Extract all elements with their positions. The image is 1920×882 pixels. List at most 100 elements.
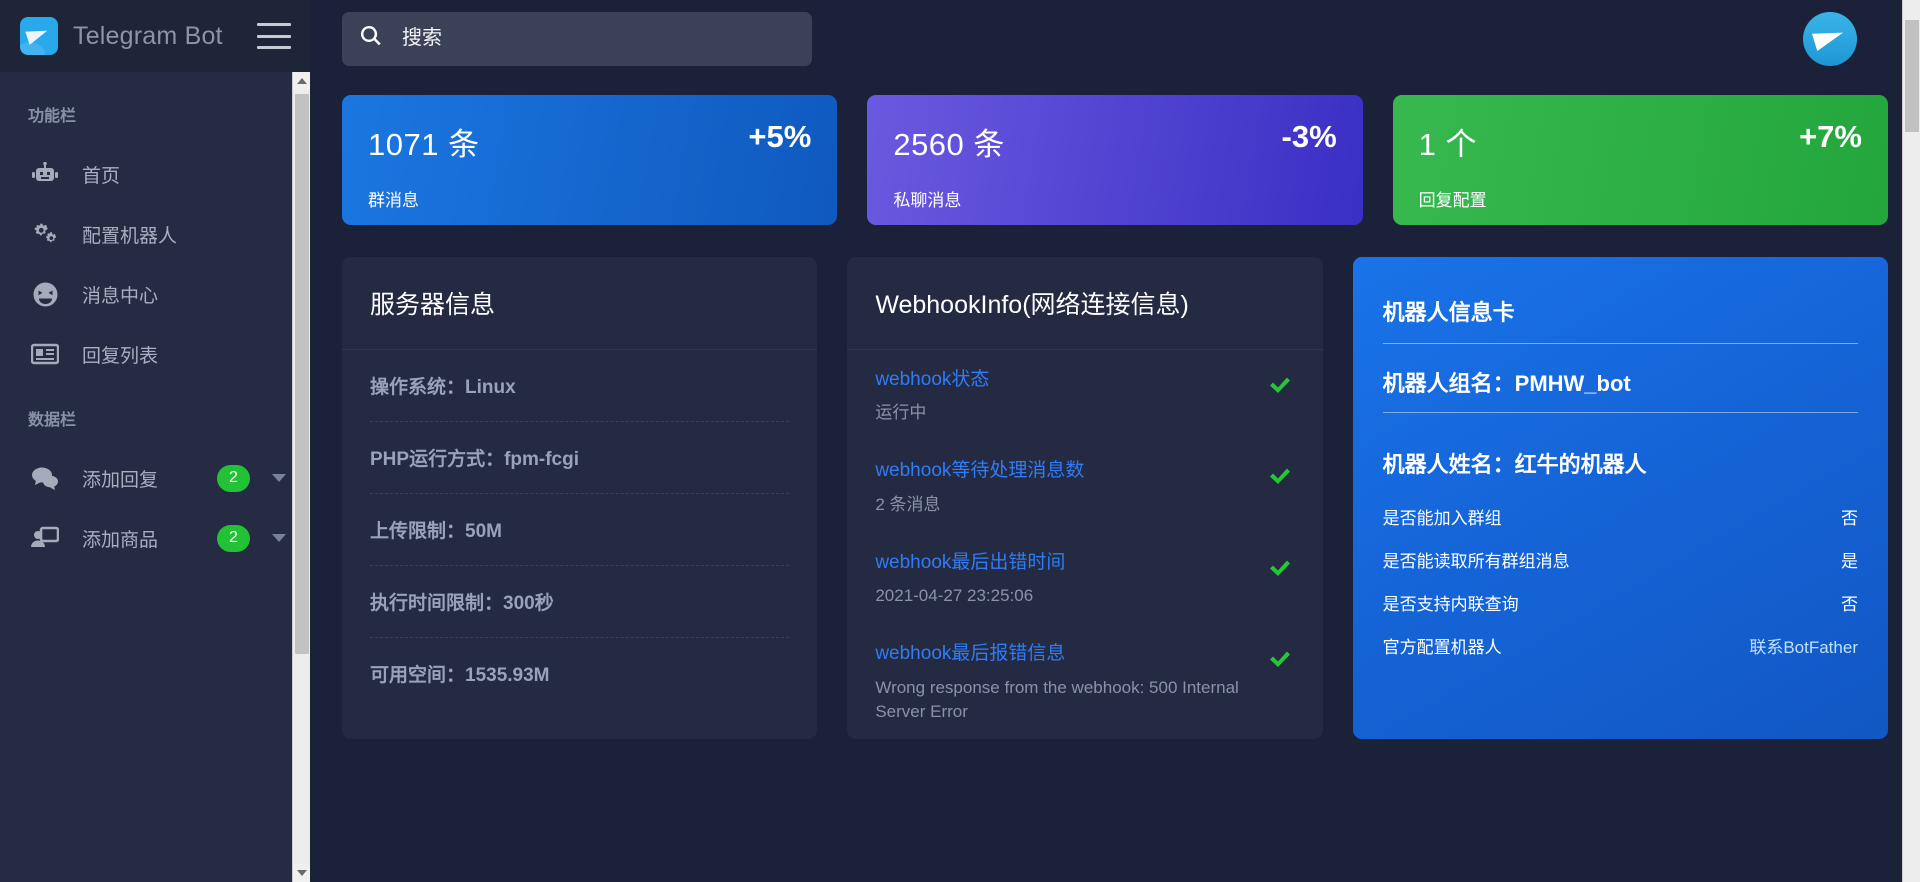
webhook-key[interactable]: webhook状态 xyxy=(875,368,1248,393)
bot-attribute-value: 否 xyxy=(1840,509,1858,528)
dashboard-content: 1071 条 +5% 群消息 2560 条 -3% 私聊消息 1 个 +7% 回… xyxy=(310,77,1920,740)
bot-name: 机器人姓名：红牛的机器人 xyxy=(1382,452,1647,477)
bot-attribute-label: 是否能读取所有群组消息 xyxy=(1382,552,1570,571)
stat-card-group-messages[interactable]: 1071 条 +5% 群消息 xyxy=(342,95,838,225)
sidebar-section-heading-data: 数据栏 xyxy=(28,412,77,429)
bot-attribute-value: 是 xyxy=(1840,552,1858,571)
webhook-info-panel: WebhookInfo(网络连接信息) webhook状态 运行中 webhoo… xyxy=(847,257,1323,740)
bot-info-card: 机器人信息卡 机器人组名：PMHW_bot 机器人姓名：红牛的机器人 是否能加入… xyxy=(1352,257,1888,740)
stat-percent: -3% xyxy=(1281,119,1337,154)
webhook-key[interactable]: webhook最后报错信息 xyxy=(875,642,1248,667)
webhook-value: 2 条消息 xyxy=(875,494,941,514)
server-info-row: 操作系统：Linux xyxy=(370,350,790,422)
page-scroll-thumb[interactable] xyxy=(1905,20,1919,132)
webhook-key[interactable]: webhook最后出错时间 xyxy=(875,551,1248,576)
sidebar: Telegram Bot 功能栏 首页 配置机器人 消息中心 回复列表 数据栏 … xyxy=(0,0,311,882)
sidebar-scrollbar[interactable] xyxy=(292,72,311,882)
sidebar-item-label: 添加回复 xyxy=(82,469,159,491)
stat-percent: +7% xyxy=(1799,119,1862,154)
check-icon xyxy=(1265,559,1295,579)
panel-title: WebhookInfo(网络连接信息) xyxy=(847,257,1323,350)
sidebar-item-home[interactable]: 首页 xyxy=(0,144,310,204)
stat-percent: +5% xyxy=(748,119,812,154)
server-info-row: PHP运行方式：fpm-fcgi xyxy=(370,422,790,494)
check-icon xyxy=(1265,650,1295,670)
bot-attribute-label: 是否能加入群组 xyxy=(1382,509,1502,528)
sidebar-item-add-reply[interactable]: 添加回复 2 xyxy=(0,448,310,508)
sidebar-item-label: 配置机器人 xyxy=(82,225,178,247)
webhook-info-list: webhook状态 运行中 webhook等待处理消息数 2 条消息 webho… xyxy=(847,350,1322,740)
sidebar-item-label: 回复列表 xyxy=(82,345,159,367)
bot-attribute-label: 官方配置机器人 xyxy=(1382,638,1502,657)
chevron-down-icon[interactable] xyxy=(272,474,286,482)
bot-attribute-row: 是否能读取所有群组消息 是 xyxy=(1383,538,1858,581)
stat-value: 2560 条 xyxy=(893,127,1005,162)
gears-icon xyxy=(28,219,62,249)
laughing-face-icon xyxy=(28,279,62,309)
check-icon xyxy=(1265,376,1295,396)
server-info-row: 执行时间限制：300秒 xyxy=(370,566,790,638)
search-icon xyxy=(360,25,382,52)
bot-attribute-value: 否 xyxy=(1840,595,1858,614)
main-content: 1071 条 +5% 群消息 2560 条 -3% 私聊消息 1 个 +7% xyxy=(310,0,1920,882)
sidebar-scroll-up-arrow[interactable] xyxy=(293,72,311,90)
stat-subtitle: 私聊消息 xyxy=(893,191,962,210)
check-icon xyxy=(1265,467,1295,487)
bot-group-name: 机器人组名：PMHW_bot xyxy=(1382,344,1858,413)
sidebar-item-label: 首页 xyxy=(82,165,121,187)
webhook-row: webhook状态 运行中 xyxy=(875,350,1294,441)
botfather-link[interactable]: 联系BotFather xyxy=(1749,633,1858,658)
sidebar-scroll-down-arrow[interactable] xyxy=(293,864,311,882)
bot-attribute-row: 官方配置机器人 联系BotFather xyxy=(1383,624,1858,667)
stat-subtitle: 回复配置 xyxy=(1418,191,1487,210)
stat-value: 1 个 xyxy=(1418,127,1478,162)
panel-row: 服务器信息 操作系统：Linux PHP运行方式：fpm-fcgi 上传限制：5… xyxy=(342,257,1888,740)
topbar xyxy=(310,0,1920,77)
chevron-down-icon[interactable] xyxy=(272,534,286,542)
server-info-row: 可用空间：1535.93M xyxy=(370,664,550,686)
search-box[interactable] xyxy=(342,11,812,66)
sidebar-badge: 2 xyxy=(217,464,250,492)
brand-title: Telegram Bot xyxy=(73,21,223,50)
sidebar-scroll-thumb[interactable] xyxy=(295,94,309,654)
webhook-value: Wrong response from the webhook: 500 Int… xyxy=(875,677,1239,721)
hamburger-menu-icon[interactable] xyxy=(257,23,291,49)
server-info-panel: 服务器信息 操作系统：Linux PHP运行方式：fpm-fcgi 上传限制：5… xyxy=(342,257,818,740)
sidebar-item-message-center[interactable]: 消息中心 xyxy=(0,264,310,324)
webhook-row: webhook等待处理消息数 2 条消息 xyxy=(875,441,1294,532)
sidebar-item-label: 消息中心 xyxy=(82,285,159,307)
sidebar-scroll-area: 功能栏 首页 配置机器人 消息中心 回复列表 数据栏 添加回复 2 添加商品 2 xyxy=(0,72,310,882)
stat-subtitle: 群消息 xyxy=(368,191,419,210)
stat-value: 1071 条 xyxy=(368,127,480,162)
newspaper-icon xyxy=(28,339,62,369)
stat-card-private-messages[interactable]: 2560 条 -3% 私聊消息 xyxy=(867,95,1363,225)
bot-card-title: 机器人信息卡 xyxy=(1382,295,1858,344)
sidebar-item-add-product[interactable]: 添加商品 2 xyxy=(0,508,310,568)
bot-attribute-row: 是否支持内联查询 否 xyxy=(1383,581,1858,624)
server-info-list: 操作系统：Linux PHP运行方式：fpm-fcgi 上传限制：50M 执行时… xyxy=(342,350,817,709)
sidebar-section-heading-function: 功能栏 xyxy=(28,108,77,125)
webhook-value: 运行中 xyxy=(875,403,927,423)
stat-card-reply-config[interactable]: 1 个 +7% 回复配置 xyxy=(1392,95,1888,225)
chat-bubbles-icon xyxy=(28,463,62,493)
sidebar-item-reply-list[interactable]: 回复列表 xyxy=(0,324,310,384)
dashboard-root: Telegram Bot 功能栏 首页 配置机器人 消息中心 回复列表 数据栏 … xyxy=(0,0,1920,882)
telegram-avatar-icon[interactable] xyxy=(1803,12,1857,66)
robot-icon xyxy=(28,159,62,189)
sidebar-item-label: 添加商品 xyxy=(82,529,159,551)
user-screen-icon xyxy=(28,523,62,553)
webhook-key[interactable]: webhook等待处理消息数 xyxy=(875,459,1248,484)
sidebar-item-configure-bot[interactable]: 配置机器人 xyxy=(0,204,310,264)
server-info-row: 上传限制：50M xyxy=(370,494,790,566)
search-input[interactable] xyxy=(402,27,794,50)
brand-header: Telegram Bot xyxy=(0,0,310,72)
bot-attribute-label: 是否支持内联查询 xyxy=(1382,595,1519,614)
panel-title: 服务器信息 xyxy=(342,257,818,350)
stat-card-row: 1071 条 +5% 群消息 2560 条 -3% 私聊消息 1 个 +7% 回… xyxy=(342,95,1888,225)
telegram-logo-icon xyxy=(20,17,58,55)
page-scrollbar[interactable] xyxy=(1902,0,1920,882)
webhook-value: 2021-04-27 23:25:06 xyxy=(875,586,1034,606)
webhook-row: webhook最后出错时间 2021-04-27 23:25:06 xyxy=(875,533,1294,624)
sidebar-badge: 2 xyxy=(217,524,250,552)
webhook-row: webhook最后报错信息 Wrong response from the we… xyxy=(875,624,1294,739)
